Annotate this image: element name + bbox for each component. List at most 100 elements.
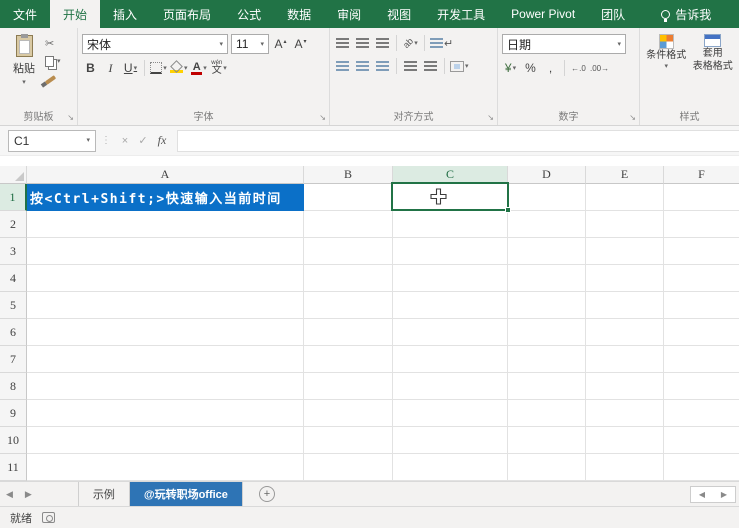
row-header-8[interactable]: 8 <box>0 373 27 400</box>
scroll-left-icon[interactable]: ◀ <box>699 490 705 499</box>
paste-button[interactable]: 粘贴 ▾ <box>3 32 45 109</box>
tab-page-layout[interactable]: 页面布局 <box>150 0 224 28</box>
tab-view[interactable]: 视图 <box>374 0 424 28</box>
comma-style-button[interactable]: , <box>542 59 559 77</box>
format-painter-icon <box>45 75 56 85</box>
cut-button[interactable]: ✂ <box>45 37 61 50</box>
column-header-d[interactable]: D <box>508 166 586 184</box>
row-header-6[interactable]: 6 <box>0 319 27 346</box>
insert-function-button[interactable]: fx <box>152 133 172 148</box>
ribbon-tab-bar: 文件 开始 插入 页面布局 公式 数据 审阅 视图 开发工具 Power Piv… <box>0 0 739 28</box>
decrease-decimal-icon: .00→ <box>590 64 609 73</box>
sheet-tab-shili[interactable]: 示例 <box>78 482 130 506</box>
tab-insert[interactable]: 插入 <box>100 0 150 28</box>
format-as-table-button[interactable]: 套用 表格格式 <box>690 32 737 72</box>
decrease-indent-button[interactable] <box>402 57 419 75</box>
align-bottom-button[interactable] <box>374 34 391 52</box>
active-cell-selection <box>391 182 509 211</box>
tab-review[interactable]: 审阅 <box>324 0 374 28</box>
tab-formulas[interactable]: 公式 <box>224 0 274 28</box>
cancel-entry-button[interactable]: × <box>116 135 134 147</box>
tab-home[interactable]: 开始 <box>50 0 100 28</box>
confirm-entry-button[interactable]: ✓ <box>134 134 152 147</box>
percent-style-button[interactable]: % <box>522 59 539 77</box>
align-center-button[interactable] <box>354 57 371 75</box>
number-dialog-launcher-icon[interactable]: ↘ <box>629 114 636 122</box>
formula-input[interactable] <box>177 130 739 152</box>
name-box[interactable]: C1 ▾ <box>8 130 96 152</box>
new-sheet-button[interactable]: + <box>259 486 275 502</box>
tab-data[interactable]: 数据 <box>274 0 324 28</box>
format-painter-button[interactable] <box>45 73 61 86</box>
orientation-button[interactable]: ab▾ <box>402 34 419 52</box>
font-name-select[interactable]: 宋体 ▾ <box>82 34 228 54</box>
conditional-formatting-button[interactable]: 条件格式 ▾ <box>643 32 690 72</box>
row-header-10[interactable]: 10 <box>0 427 27 454</box>
fill-color-button[interactable]: ▾ <box>170 59 188 77</box>
grid-column-line <box>585 184 586 481</box>
merge-center-icon <box>450 61 464 72</box>
tab-file[interactable]: 文件 <box>0 0 50 28</box>
tab-power-pivot[interactable]: Power Pivot <box>498 0 588 28</box>
font-size-select[interactable]: 11 ▾ <box>231 34 269 54</box>
decrease-font-button[interactable]: A▾ <box>292 35 309 53</box>
row-header-7[interactable]: 7 <box>0 346 27 373</box>
column-header-f[interactable]: F <box>664 166 739 184</box>
paste-dropdown-icon[interactable]: ▾ <box>22 79 26 86</box>
align-left-button[interactable] <box>334 57 351 75</box>
row-header-9[interactable]: 9 <box>0 400 27 427</box>
row-header-2[interactable]: 2 <box>0 211 27 238</box>
cell-a1[interactable]: 按<Ctrl+Shift;>快速输入当前时间 <box>27 184 304 211</box>
row-header-4[interactable]: 4 <box>0 265 27 292</box>
row-header-3[interactable]: 3 <box>0 238 27 265</box>
wrap-text-button[interactable]: ↵ <box>430 34 453 52</box>
clipboard-group-label: 剪贴板 <box>0 108 77 123</box>
font-color-swatch <box>191 72 202 75</box>
align-middle-button[interactable] <box>354 34 371 52</box>
align-right-button[interactable] <box>374 57 391 75</box>
row-header-11[interactable]: 11 <box>0 454 27 481</box>
align-top-button[interactable] <box>334 34 351 52</box>
horizontal-scrollbar[interactable]: ◀ ▶ <box>690 486 736 503</box>
prev-sheet-button[interactable]: ◀ <box>0 482 19 506</box>
tab-developer[interactable]: 开发工具 <box>424 0 498 28</box>
number-format-select[interactable]: 日期 ▾ <box>502 34 626 54</box>
scissors-icon: ✂ <box>45 37 54 50</box>
sheet-tab-office[interactable]: @玩转职场office <box>130 482 243 506</box>
fill-handle[interactable] <box>505 207 511 213</box>
increase-font-button[interactable]: A▴ <box>272 35 289 53</box>
tell-me-box[interactable]: 告诉我 <box>648 0 724 28</box>
underline-button[interactable]: U▾ <box>122 59 139 77</box>
chevron-down-icon: ▾ <box>617 41 621 48</box>
accounting-format-button[interactable]: ¥▾ <box>502 59 519 77</box>
status-bar: 就绪 <box>0 506 739 528</box>
column-header-e[interactable]: E <box>586 166 664 184</box>
select-all-button[interactable] <box>0 166 27 184</box>
scroll-right-icon[interactable]: ▶ <box>721 490 727 499</box>
alignment-dialog-launcher-icon[interactable]: ↘ <box>487 114 494 122</box>
increase-decimal-button[interactable]: ←.0 <box>570 59 587 77</box>
column-header-a[interactable]: A <box>27 166 304 184</box>
next-sheet-button[interactable]: ▶ <box>19 482 38 506</box>
font-color-button[interactable]: A▾ <box>191 59 208 77</box>
clipboard-dialog-launcher-icon[interactable]: ↘ <box>67 114 74 122</box>
formula-bar-grip-icon[interactable]: ⋮ <box>101 135 111 146</box>
borders-button[interactable]: ▾ <box>150 59 167 77</box>
merge-center-button[interactable]: ▾ <box>450 57 469 75</box>
number-group-label: 数字 <box>498 108 639 123</box>
phonetic-guide-button[interactable]: wén 文 ▾ <box>211 59 228 77</box>
italic-button[interactable]: I <box>102 59 119 77</box>
font-dialog-launcher-icon[interactable]: ↘ <box>319 114 326 122</box>
decrease-decimal-button[interactable]: .00→ <box>590 59 609 77</box>
number-group: 日期 ▾ ¥▾ % , ←.0 .00→ 数字 ↘ <box>498 28 640 125</box>
bold-button[interactable]: B <box>82 59 99 77</box>
macro-record-icon[interactable] <box>42 512 55 523</box>
row-header-5[interactable]: 5 <box>0 292 27 319</box>
copy-button[interactable]: ▾ <box>45 55 61 68</box>
column-header-b[interactable]: B <box>304 166 393 184</box>
tab-team[interactable]: 团队 <box>588 0 638 28</box>
increase-indent-button[interactable] <box>422 57 439 75</box>
row-header-1[interactable]: 1 <box>0 184 27 211</box>
worksheet-grid[interactable]: A B C D E F 1 2 3 4 5 6 7 8 9 10 11 按<Ct… <box>0 166 739 481</box>
chevron-down-icon[interactable]: ▾ <box>86 137 90 144</box>
